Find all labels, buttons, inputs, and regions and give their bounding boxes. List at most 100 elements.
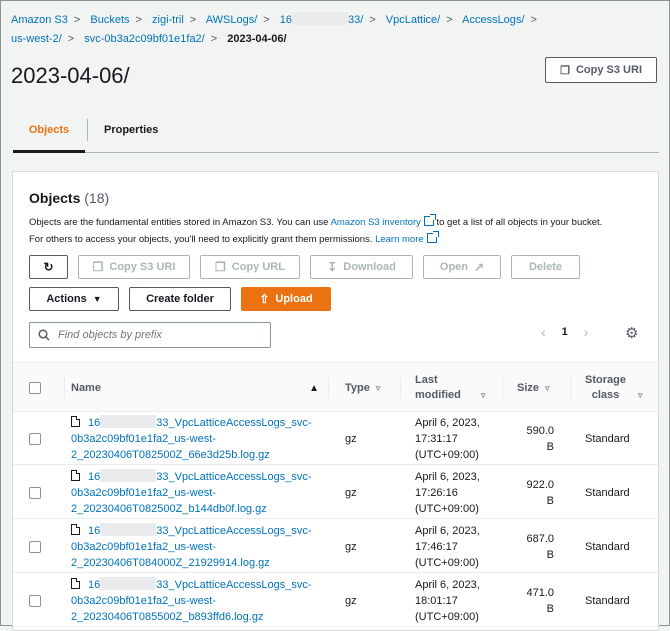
- learn-more-link[interactable]: Learn more: [375, 234, 424, 245]
- object-name-prefix: 16: [88, 417, 101, 429]
- button-label: Delete: [528, 261, 563, 273]
- object-name-prefix: 16: [88, 525, 101, 537]
- external-link-icon: ↗: [474, 260, 485, 274]
- object-link[interactable]: 16 33_VpcLatticeAccessLogs_svc- 0b3a2c09bf…: [71, 415, 312, 461]
- object-name-part: 2_20230406T082500Z_b144db0f.log.gz: [71, 503, 267, 515]
- pagination: ‹ 1 ›: [541, 324, 588, 340]
- object-name-cell: 16 33_VpcLatticeAccessLogs_svc- 0b3a2c09bf…: [71, 412, 317, 465]
- search-field[interactable]: [29, 322, 271, 348]
- download-button[interactable]: ↧ Download: [310, 255, 413, 279]
- column-size[interactable]: Size ▿: [503, 363, 571, 413]
- gear-icon[interactable]: ⚙: [625, 324, 638, 342]
- chevron-right-icon: >: [73, 14, 81, 26]
- size-unit: B: [546, 494, 554, 507]
- breadcrumb-service[interactable]: svc-0b3a2c09bf01e1fa2/: [84, 33, 204, 45]
- redacted-block: [100, 469, 157, 482]
- search-icon: [38, 329, 50, 341]
- sort-icon: ▿: [545, 382, 550, 393]
- breadcrumb: Amazon S3 > Buckets > zigi-tril > AWSLogs/ >…: [11, 11, 651, 49]
- sort-icon: ▿: [375, 382, 381, 393]
- refresh-button[interactable]: ↻: [29, 255, 68, 279]
- create-folder-button[interactable]: Create folder: [129, 287, 231, 311]
- object-last-modified: April 6, 2023, 17:46:17 (UTC+09:00): [415, 520, 503, 573]
- previous-page-icon[interactable]: ‹: [541, 324, 546, 340]
- object-link[interactable]: 16 33_VpcLatticeAccessLogs_svc- 0b3a2c09bf…: [71, 523, 312, 569]
- row-checkbox[interactable]: [29, 486, 41, 499]
- redacted-block: [292, 12, 348, 25]
- row-select-cell: [29, 412, 41, 465]
- table-row[interactable]: 16 33_VpcLatticeAccessLogs_svc- 0b3a2c09bf…: [13, 574, 658, 627]
- upload-button[interactable]: ⇧ Upload: [241, 287, 331, 311]
- external-link-icon: [423, 214, 436, 226]
- object-last-modified: April 6, 2023, 17:26:16 (UTC+09:00): [415, 466, 503, 519]
- open-button[interactable]: Open ↗: [423, 255, 501, 279]
- object-name-cell: 16 33_VpcLatticeAccessLogs_svc- 0b3a2c09bf…: [71, 574, 317, 627]
- column-type[interactable]: Type ▿: [329, 363, 401, 413]
- object-storage-class: Standard: [585, 540, 630, 553]
- breadcrumb-awslogs[interactable]: AWSLogs/: [206, 14, 258, 26]
- breadcrumb-region[interactable]: us-west-2/: [11, 33, 62, 45]
- breadcrumb-accesslogs[interactable]: AccessLogs/: [462, 14, 524, 26]
- row-checkbox[interactable]: [29, 594, 41, 607]
- description-text: to get a list of all objects in your buc…: [433, 217, 603, 228]
- s3-console-window: Amazon S3 > Buckets > zigi-tril > AWSLogs/ >…: [0, 0, 670, 631]
- sort-icon: ▿: [637, 389, 643, 400]
- button-label: Actions: [46, 293, 87, 305]
- external-link-icon: [426, 231, 439, 243]
- breadcrumb-bucket[interactable]: zigi-tril: [152, 14, 184, 26]
- objects-title: Objects: [29, 190, 81, 206]
- row-checkbox[interactable]: [29, 432, 41, 445]
- next-page-icon[interactable]: ›: [584, 324, 589, 340]
- breadcrumb-current: 2023-04-06/: [227, 33, 287, 45]
- select-all-checkbox[interactable]: [29, 382, 41, 394]
- object-storage-class: Standard: [585, 432, 630, 445]
- table-row[interactable]: 16 33_VpcLatticeAccessLogs_svc- 0b3a2c09bf…: [13, 412, 658, 465]
- tab-properties[interactable]: Properties: [87, 119, 158, 141]
- column-last-modified[interactable]: Last modified ▿: [401, 363, 503, 413]
- modified-line: April 6, 2023,: [415, 470, 480, 483]
- copy-s3-uri-toolbar-button[interactable]: ❐ Copy S3 URI: [78, 255, 190, 279]
- delete-button[interactable]: Delete: [511, 255, 580, 279]
- table-row[interactable]: 16 33_VpcLatticeAccessLogs_svc- 0b3a2c09bf…: [13, 520, 658, 573]
- table-row[interactable]: 16 33_VpcLatticeAccessLogs_svc- 0b3a2c09bf…: [13, 466, 658, 519]
- object-name-prefix: 16: [88, 579, 101, 591]
- description-text: For others to access your objects, you'l…: [29, 234, 376, 245]
- refresh-icon: ↻: [43, 260, 54, 274]
- breadcrumb-vpclattice[interactable]: VpcLattice/: [386, 14, 440, 26]
- copy-s3-uri-button[interactable]: ❐ Copy S3 URI: [545, 57, 657, 83]
- modified-line: 18:01:17: [415, 594, 458, 607]
- chevron-right-icon: >: [446, 14, 453, 26]
- current-page-number[interactable]: 1: [562, 326, 568, 338]
- file-icon: [71, 524, 80, 535]
- column-storage-class[interactable]: Storage class ▿: [571, 363, 658, 413]
- modified-line: (UTC+09:00): [415, 502, 479, 515]
- object-type: gz: [345, 432, 357, 445]
- objects-heading: Objects (18): [29, 190, 109, 206]
- button-label: Copy URL: [231, 261, 285, 273]
- account-suffix: 33/: [348, 14, 364, 26]
- search-input[interactable]: [56, 328, 256, 342]
- redacted-block: [100, 415, 157, 428]
- object-link[interactable]: 16 33_VpcLatticeAccessLogs_svc- 0b3a2c09bf…: [71, 577, 312, 623]
- breadcrumb-amazon-s3[interactable]: Amazon S3: [11, 14, 68, 26]
- inventory-link[interactable]: Amazon S3 inventory: [331, 217, 421, 228]
- copy-icon: ❐: [560, 64, 570, 77]
- column-name[interactable]: Name ▲: [71, 363, 329, 413]
- copy-icon: ❐: [92, 260, 104, 274]
- sort-ascending-icon: ▲: [309, 382, 319, 394]
- object-name-part: 2_20230406T085500Z_b893ffd6.log.gz: [71, 611, 264, 623]
- row-checkbox[interactable]: [29, 540, 41, 553]
- breadcrumb-account[interactable]: 16 33/: [280, 12, 364, 26]
- redacted-block: [100, 523, 157, 536]
- breadcrumb-buckets[interactable]: Buckets: [90, 14, 129, 26]
- copy-url-button[interactable]: ❐ Copy URL: [200, 255, 300, 279]
- tab-objects[interactable]: Objects: [13, 113, 85, 153]
- object-link[interactable]: 16 33_VpcLatticeAccessLogs_svc- 0b3a2c09bf…: [71, 469, 312, 515]
- copy-s3-uri-label: Copy S3 URI: [575, 64, 642, 76]
- modified-line: (UTC+09:00): [415, 610, 479, 623]
- actions-dropdown[interactable]: Actions ▼: [29, 287, 119, 311]
- caret-down-icon: ▼: [92, 294, 102, 304]
- size-unit: B: [546, 440, 554, 453]
- object-size: 922.0 B: [518, 466, 554, 519]
- row-select-cell: [29, 466, 41, 519]
